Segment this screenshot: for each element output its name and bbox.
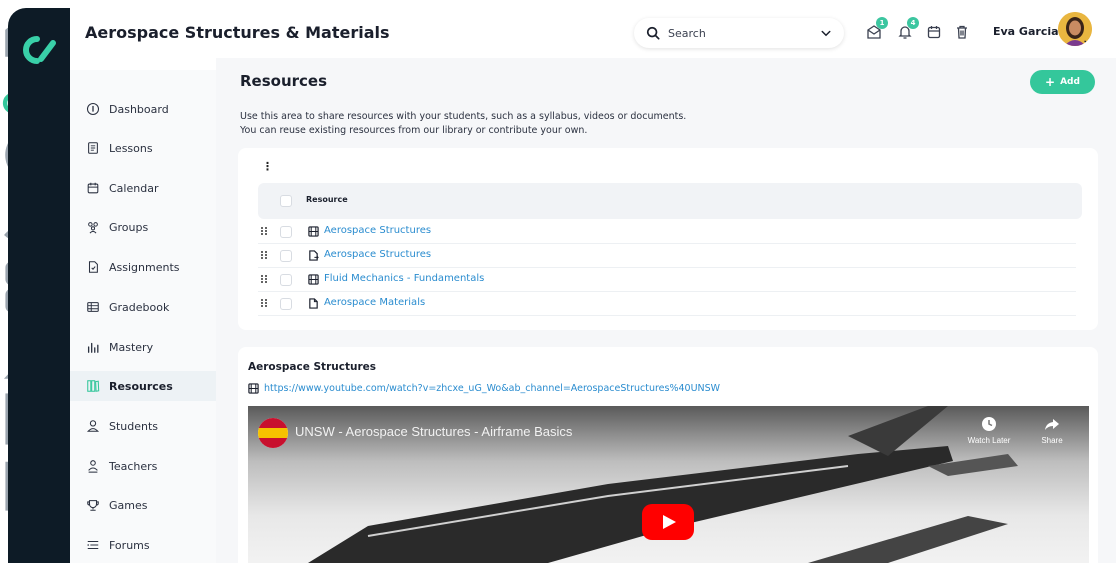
add-button[interactable]: + Add	[1030, 70, 1095, 94]
groups-icon	[88, 222, 98, 234]
icon-rail	[8, 8, 70, 563]
share-label: Share	[1041, 436, 1063, 445]
watch-later-button[interactable]: Watch Later	[967, 416, 1011, 445]
resource-link[interactable]: Aerospace Materials	[324, 297, 425, 308]
sidebar-item-resources[interactable]: Resources	[70, 371, 216, 401]
table-header	[258, 183, 1082, 219]
select-all-checkbox[interactable]	[280, 195, 292, 207]
add-button-label: Add	[1060, 77, 1080, 87]
trash-icon	[957, 25, 967, 39]
chevron-down-icon[interactable]	[820, 27, 832, 39]
sidebar-item-label: Teachers	[109, 459, 158, 473]
sidebar-item-teachers[interactable]: Teachers	[70, 451, 216, 481]
messages-button[interactable]: 1	[866, 17, 888, 40]
avatar[interactable]	[1058, 12, 1092, 46]
video-file-icon	[308, 226, 319, 237]
app-logo[interactable]	[21, 35, 57, 65]
page-title: Resources	[240, 72, 328, 90]
drag-handle-icon[interactable]	[260, 298, 268, 308]
resources-icon	[87, 380, 100, 392]
video-title[interactable]: UNSW - Aerospace Structures - Airframe B…	[295, 424, 572, 439]
sidebar-item-games[interactable]: Games	[70, 490, 216, 520]
calendar-icon	[87, 182, 99, 194]
document-icon	[309, 298, 318, 309]
resource-link[interactable]: Aerospace Structures	[324, 225, 431, 236]
resource-link[interactable]: Fluid Mechanics - Fundamentals	[324, 273, 484, 284]
table-row[interactable]: Aerospace Structures	[258, 244, 1076, 268]
sidebar-item-label: Gradebook	[109, 300, 170, 314]
search-input[interactable]: Search	[668, 27, 820, 40]
sidebar-item-label: Mastery	[109, 340, 154, 354]
plus-icon: +	[1045, 75, 1056, 89]
sidebar-item-gradebook[interactable]: Gradebook	[70, 292, 216, 322]
row-checkbox[interactable]	[280, 298, 292, 310]
resource-url-link[interactable]: https://www.youtube.com/watch?v=zhcxe_uG…	[264, 383, 720, 394]
preview-title: Aerospace Structures	[248, 361, 376, 373]
clock-icon	[982, 417, 996, 431]
table-row[interactable]: Aerospace Structures	[258, 220, 1076, 244]
student-icon	[86, 420, 100, 432]
app-title: Aerospace Structures & Materials	[85, 23, 390, 42]
sidebar-item-groups[interactable]: Groups	[70, 212, 216, 242]
messages-badge: 1	[876, 17, 888, 29]
watch-later-label: Watch Later	[967, 436, 1011, 445]
sidebar-item-lessons[interactable]: Lessons	[70, 133, 216, 163]
share-button[interactable]: Share	[1030, 416, 1074, 445]
sidebar-item-label: Forums	[109, 538, 150, 552]
sidebar-item-label: Groups	[109, 220, 149, 234]
row-checkbox[interactable]	[280, 274, 292, 286]
sidebar-item-students[interactable]: Students	[70, 411, 216, 441]
sidebar-item-label: Assignments	[109, 260, 180, 274]
search-box[interactable]: Search	[634, 18, 844, 48]
user-name[interactable]: Eva Garcia	[993, 25, 1059, 38]
drag-handle-icon[interactable]	[260, 274, 268, 284]
more-options-icon[interactable]: ⋮	[262, 160, 273, 173]
calendar-button[interactable]	[926, 24, 942, 40]
sidebar-item-label: Calendar	[109, 181, 159, 195]
mastery-icon	[87, 342, 99, 353]
dashboard-icon	[86, 102, 100, 116]
video-file-icon	[308, 274, 319, 285]
sidebar-item-label: Games	[109, 498, 148, 512]
notifications-button[interactable]: 4	[897, 17, 919, 40]
gradebook-icon	[87, 302, 99, 312]
sidebar-item-assignments[interactable]: Assignments	[70, 252, 216, 282]
sidebar-item-label: Dashboard	[109, 102, 169, 116]
video-player[interactable]: UNSW - Aerospace Structures - Airframe B…	[248, 406, 1089, 563]
description-line-2: You can reuse existing resources from ou…	[240, 125, 588, 136]
sidebar-item-mastery[interactable]: Mastery	[70, 332, 216, 362]
teacher-icon	[88, 460, 98, 473]
forums-icon	[87, 540, 99, 550]
games-icon	[87, 500, 99, 511]
sidebar-item-label: Resources	[109, 379, 173, 393]
share-icon	[1045, 419, 1059, 430]
sidebar-item-dashboard[interactable]: Dashboard	[70, 94, 216, 124]
sidebar-item-label: Students	[109, 419, 159, 433]
description-line-1: Use this area to share resources with yo…	[240, 111, 687, 122]
notifications-badge: 4	[907, 17, 919, 29]
play-icon	[663, 515, 676, 529]
row-checkbox[interactable]	[280, 226, 292, 238]
assignments-icon	[88, 261, 98, 273]
channel-logo[interactable]	[258, 418, 288, 448]
sidebar-item-forums[interactable]: Forums	[70, 530, 216, 560]
play-button[interactable]	[642, 504, 694, 540]
trash-button[interactable]	[954, 24, 970, 40]
search-icon	[646, 26, 660, 40]
resource-link[interactable]: Aerospace Structures	[324, 249, 431, 260]
sidebar-item-label: Lessons	[109, 141, 153, 155]
chevron-down-icon	[1084, 40, 1090, 45]
column-header-resource[interactable]: Resource	[306, 195, 348, 204]
calendar-icon	[927, 26, 941, 39]
drag-handle-icon[interactable]	[260, 226, 268, 236]
video-file-icon	[248, 383, 259, 394]
row-checkbox[interactable]	[280, 250, 292, 262]
sidebar-item-calendar[interactable]: Calendar	[70, 173, 216, 203]
drag-handle-icon[interactable]	[260, 250, 268, 260]
link-file-icon	[309, 250, 319, 261]
table-row[interactable]: Aerospace Materials	[258, 292, 1076, 316]
table-row[interactable]: Fluid Mechanics - Fundamentals	[258, 268, 1076, 292]
lessons-icon	[88, 142, 98, 154]
